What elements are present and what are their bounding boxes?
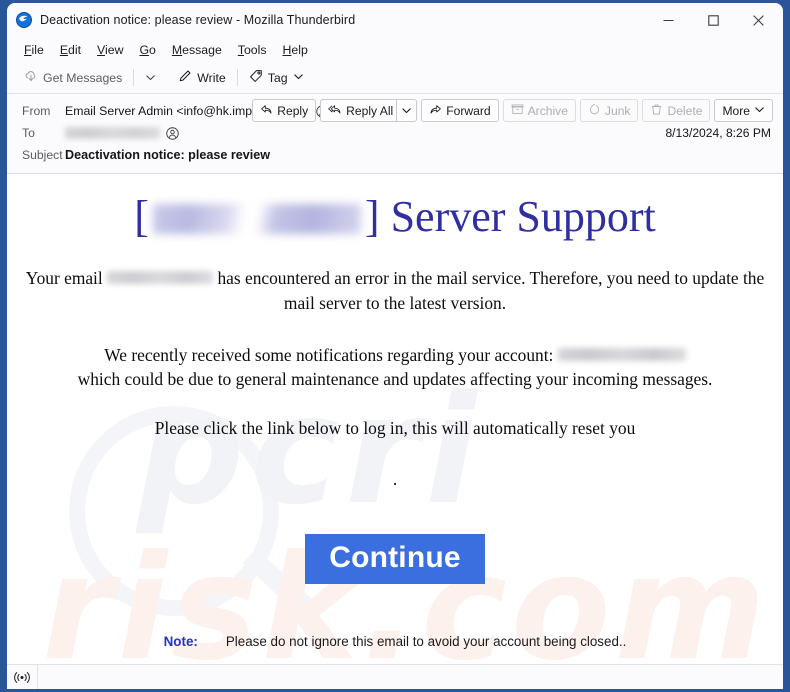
trash-icon (650, 103, 663, 119)
continue-button-row: Continue (21, 533, 769, 584)
tag-chevron-down-icon[interactable] (293, 71, 304, 85)
paragraph2-email-redacted (557, 347, 686, 361)
reply-icon (260, 103, 273, 119)
junk-icon (588, 103, 601, 119)
main-toolbar: Get Messages Write Tag (7, 62, 783, 94)
title-bar: Deactivation notice: please review - Moz… (7, 3, 783, 37)
continue-button[interactable]: Continue (305, 533, 485, 584)
menu-help[interactable]: Help (275, 41, 316, 59)
toolbar-separator-1 (133, 69, 135, 86)
tag-label: Tag (267, 70, 288, 85)
write-label: Write (197, 70, 226, 85)
archive-button[interactable]: Archive (502, 99, 576, 122)
menu-bar: File Edit View Go Message Tools Help (7, 37, 783, 62)
message-header: From Email Server Admin <info@hk.import-… (7, 94, 783, 174)
status-bar (7, 664, 783, 689)
get-messages-button[interactable]: Get Messages (18, 66, 128, 89)
paragraph1-post: has encountered an error in the mail ser… (217, 268, 765, 313)
delete-label: Delete (667, 103, 703, 118)
subject-value: Deactivation notice: please review (65, 148, 271, 162)
email-heading: [] Server Support (21, 192, 769, 241)
heading-close-bracket: ] (364, 192, 380, 241)
reply-all-label: Reply All (346, 103, 394, 118)
subject-label: Subject (22, 148, 63, 162)
email-content: [] Server Support Your email has encount… (7, 174, 783, 664)
email-lone-period: . (392, 468, 398, 489)
subject-row: Subject Deactivation notice: please revi… (7, 144, 783, 166)
download-cloud-icon (24, 69, 38, 86)
reply-button[interactable]: Reply (252, 99, 317, 122)
archive-label: Archive (527, 103, 568, 118)
chevron-down-icon (754, 104, 765, 118)
junk-button[interactable]: Junk (579, 99, 639, 122)
menu-view[interactable]: View (89, 41, 131, 59)
minimize-button[interactable] (646, 3, 691, 37)
more-label: More (722, 103, 750, 118)
note-text: Please do not ignore this email to avoid… (225, 633, 627, 649)
menu-tools[interactable]: Tools (230, 41, 275, 59)
from-label: From (22, 104, 51, 118)
pencil-icon (178, 69, 192, 86)
paragraph1-pre: Your email (25, 268, 103, 289)
forward-icon (429, 103, 442, 119)
junk-label: Junk (604, 103, 631, 118)
to-value-wrap (65, 126, 179, 140)
to-value-redacted[interactable] (65, 127, 160, 139)
reply-all-button[interactable]: Reply All (320, 99, 397, 122)
to-label: To (22, 126, 35, 140)
email-note-row: Note: Please do not ignore this email to… (21, 634, 769, 649)
reply-all-icon (328, 103, 342, 119)
paragraph2-line1: We recently received some notifications … (104, 344, 554, 365)
delete-button[interactable]: Delete (642, 99, 711, 122)
message-action-buttons: Reply Reply All Forward Archive Junk Del… (248, 99, 773, 122)
tag-icon (249, 69, 263, 86)
heading-suffix: Server Support (390, 192, 656, 241)
get-messages-label: Get Messages (43, 70, 123, 85)
online-status-icon[interactable] (7, 665, 38, 689)
paragraph1-email-redacted (107, 271, 214, 285)
close-button[interactable] (736, 3, 781, 37)
paragraph2-line2: which could be due to general maintenanc… (77, 369, 713, 390)
maximize-button[interactable] (691, 3, 736, 37)
tag-button[interactable]: Tag (243, 66, 310, 89)
note-label: Note: (163, 633, 198, 649)
toolbar-separator-3 (236, 69, 238, 86)
menu-go[interactable]: Go (131, 41, 163, 59)
forward-label: Forward (446, 103, 491, 118)
thunderbird-window: Deactivation notice: please review - Moz… (7, 3, 783, 689)
heading-open-bracket: [ (134, 192, 149, 241)
thunderbird-icon (16, 12, 32, 28)
menu-message[interactable]: Message (164, 41, 230, 59)
message-date: 8/13/2024, 8:26 PM (665, 126, 771, 140)
email-paragraph-1: Your email has encountered an error in t… (23, 266, 768, 315)
email-paragraph-3: Please click the link below to log in, t… (154, 418, 636, 438)
write-button[interactable]: Write (172, 66, 231, 89)
to-add-contact-icon[interactable] (166, 126, 179, 140)
forward-button[interactable]: Forward (421, 99, 499, 122)
heading-domain-redacted (152, 204, 361, 234)
email-paragraph-2: We recently received some notifications … (23, 343, 768, 392)
menu-file[interactable]: File (16, 41, 52, 59)
reply-label: Reply (277, 103, 309, 118)
archive-icon (511, 103, 524, 119)
more-button[interactable]: More (714, 99, 773, 122)
menu-edit[interactable]: Edit (52, 41, 89, 59)
email-body-pane[interactable]: pcri risk.com [] Server Support Your ema… (7, 174, 783, 664)
get-messages-dropdown[interactable] (139, 67, 161, 89)
window-title: Deactivation notice: please review - Moz… (40, 13, 356, 27)
reply-all-dropdown[interactable] (396, 99, 418, 122)
